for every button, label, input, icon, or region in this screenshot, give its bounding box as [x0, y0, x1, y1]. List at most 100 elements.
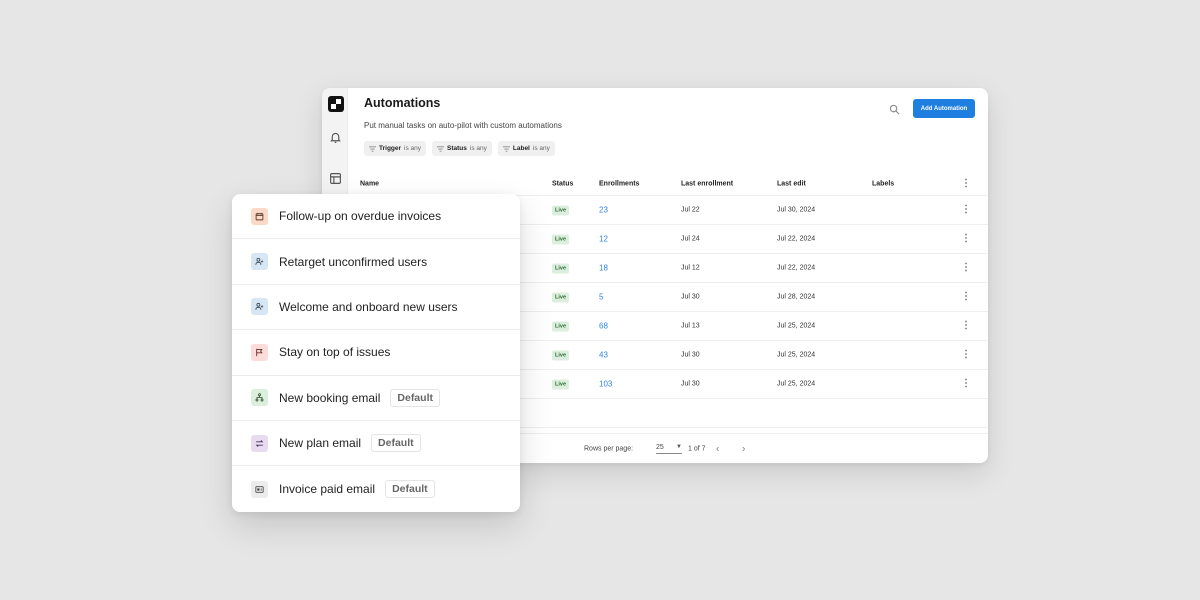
table-header: Name Status Enrollments Last enrollment … [348, 172, 988, 196]
rows-per-page-select[interactable]: 25 ▼ [656, 444, 682, 454]
more-vertical-icon [965, 233, 967, 243]
filter-icon [369, 145, 376, 152]
row-menu-button[interactable] [963, 233, 969, 245]
row-menu-button[interactable] [963, 349, 969, 361]
bell-icon[interactable] [329, 131, 342, 144]
status-badge: Live [552, 379, 570, 390]
more-vertical-icon [965, 378, 967, 388]
status-live: Live [552, 379, 570, 390]
page-title: Automations [364, 96, 441, 110]
automation-list-item[interactable]: Stay on top of issues [232, 330, 520, 376]
column-header[interactable]: Enrollments [599, 180, 639, 187]
app-logo[interactable] [328, 96, 344, 112]
filter-value: is any [469, 145, 487, 152]
more-vertical-icon [965, 291, 967, 301]
column-header[interactable]: Status [552, 180, 573, 187]
last-edit: Jul 30, 2024 [777, 206, 816, 214]
status-badge: Live [552, 205, 570, 216]
page-info: 1 of 7 [688, 445, 706, 452]
default-badge: Default [390, 388, 440, 407]
filter-value: is any [532, 145, 550, 152]
last-enrollment: Jul 13 [681, 322, 700, 330]
enrollments-link[interactable]: 68 [599, 322, 608, 331]
last-enrollment: Jul 12 [681, 264, 700, 272]
last-enrollment: Jul 30 [681, 293, 700, 301]
row-menu-button[interactable] [963, 320, 969, 332]
calendar-icon [251, 207, 268, 225]
layout-icon[interactable] [329, 172, 342, 185]
rows-per-page-value: 25 [656, 443, 664, 451]
filter-label-chip[interactable]: Label is any [497, 141, 555, 156]
hierarchy-icon [251, 389, 268, 407]
filter-label: Trigger [379, 145, 402, 152]
default-badge: Default [371, 434, 421, 453]
filter-trigger[interactable]: Trigger is any [364, 141, 427, 156]
last-enrollment: Jul 22 [681, 206, 700, 214]
last-enrollment: Jul 24 [681, 235, 700, 243]
default-badge: Default [385, 480, 435, 499]
filter-label: Status [447, 145, 467, 152]
last-edit: Jul 25, 2024 [777, 380, 816, 388]
next-page-button[interactable]: › [742, 443, 745, 454]
column-header[interactable]: Last edit [777, 180, 806, 187]
enrollments-link[interactable]: 103 [599, 380, 612, 389]
rows-per-page-label: Rows per page: [584, 445, 634, 452]
status-badge: Live [552, 321, 570, 332]
filter-icon [437, 145, 445, 152]
row-menu-button[interactable] [963, 291, 969, 303]
row-menu-button[interactable] [963, 262, 969, 274]
status-badge: Live [552, 350, 570, 361]
page-subtitle: Put manual tasks on auto-pilot with cust… [364, 121, 562, 130]
more-vertical-icon [965, 320, 967, 330]
search-icon[interactable] [889, 104, 900, 115]
receipt-icon [251, 480, 268, 498]
column-header[interactable]: Last enrollment [681, 180, 733, 187]
row-menu-button[interactable] [963, 204, 969, 216]
swap-icon [251, 434, 268, 452]
last-edit: Jul 22, 2024 [777, 235, 816, 243]
status-live: Live [552, 350, 570, 361]
last-edit: Jul 25, 2024 [777, 351, 816, 359]
automation-name: Stay on top of issues [279, 345, 391, 360]
row-menu-button[interactable] [963, 378, 969, 390]
enrollments-link[interactable]: 5 [599, 293, 603, 302]
automation-list-item[interactable]: Invoice paid email Default [232, 466, 520, 511]
filter-value: is any [404, 145, 422, 152]
status-live: Live [552, 205, 570, 216]
status-live: Live [552, 234, 570, 245]
status-badge: Live [552, 263, 570, 274]
automation-list-item[interactable]: New booking email Default [232, 376, 520, 421]
last-edit: Jul 25, 2024 [777, 322, 816, 330]
filter-label: Label [512, 145, 530, 152]
column-header[interactable]: Name [360, 180, 379, 187]
columns-menu-button[interactable] [963, 178, 969, 190]
automation-name: Invoice paid email [279, 482, 376, 497]
automation-name: Welcome and onboard new users [279, 299, 458, 314]
prev-page-button[interactable]: ‹ [716, 443, 719, 454]
status-live: Live [552, 263, 570, 274]
automation-list-item[interactable]: New plan email Default [232, 421, 520, 467]
automation-name: New booking email [279, 390, 381, 405]
automation-list: Follow-up on overdue invoices Retarget un… [232, 194, 520, 512]
automation-templates-card: Follow-up on overdue invoices Retarget un… [232, 194, 520, 512]
automation-list-item[interactable]: Follow-up on overdue invoices [232, 194, 520, 240]
caret-down-icon: ▼ [676, 443, 682, 450]
automation-name: Follow-up on overdue invoices [279, 209, 442, 224]
more-vertical-icon [965, 204, 967, 214]
column-header[interactable]: Labels [872, 180, 894, 187]
more-vertical-icon [965, 262, 967, 272]
filter-icon [502, 145, 510, 152]
last-edit: Jul 22, 2024 [777, 264, 816, 272]
automation-list-item[interactable]: Welcome and onboard new users [232, 285, 520, 331]
add-automation-button[interactable]: Add Automation [913, 99, 975, 118]
enrollments-link[interactable]: 43 [599, 351, 608, 360]
more-vertical-icon [965, 349, 967, 359]
user-add-icon [251, 253, 268, 271]
enrollments-link[interactable]: 23 [599, 206, 608, 215]
filter-status[interactable]: Status is any [432, 141, 492, 156]
last-edit: Jul 28, 2024 [777, 293, 816, 301]
automation-list-item[interactable]: Retarget unconfirmed users [232, 239, 520, 285]
enrollments-link[interactable]: 18 [599, 264, 608, 273]
filter-bar: Trigger is any Status is any Label is any [364, 141, 555, 156]
enrollments-link[interactable]: 12 [599, 235, 608, 244]
